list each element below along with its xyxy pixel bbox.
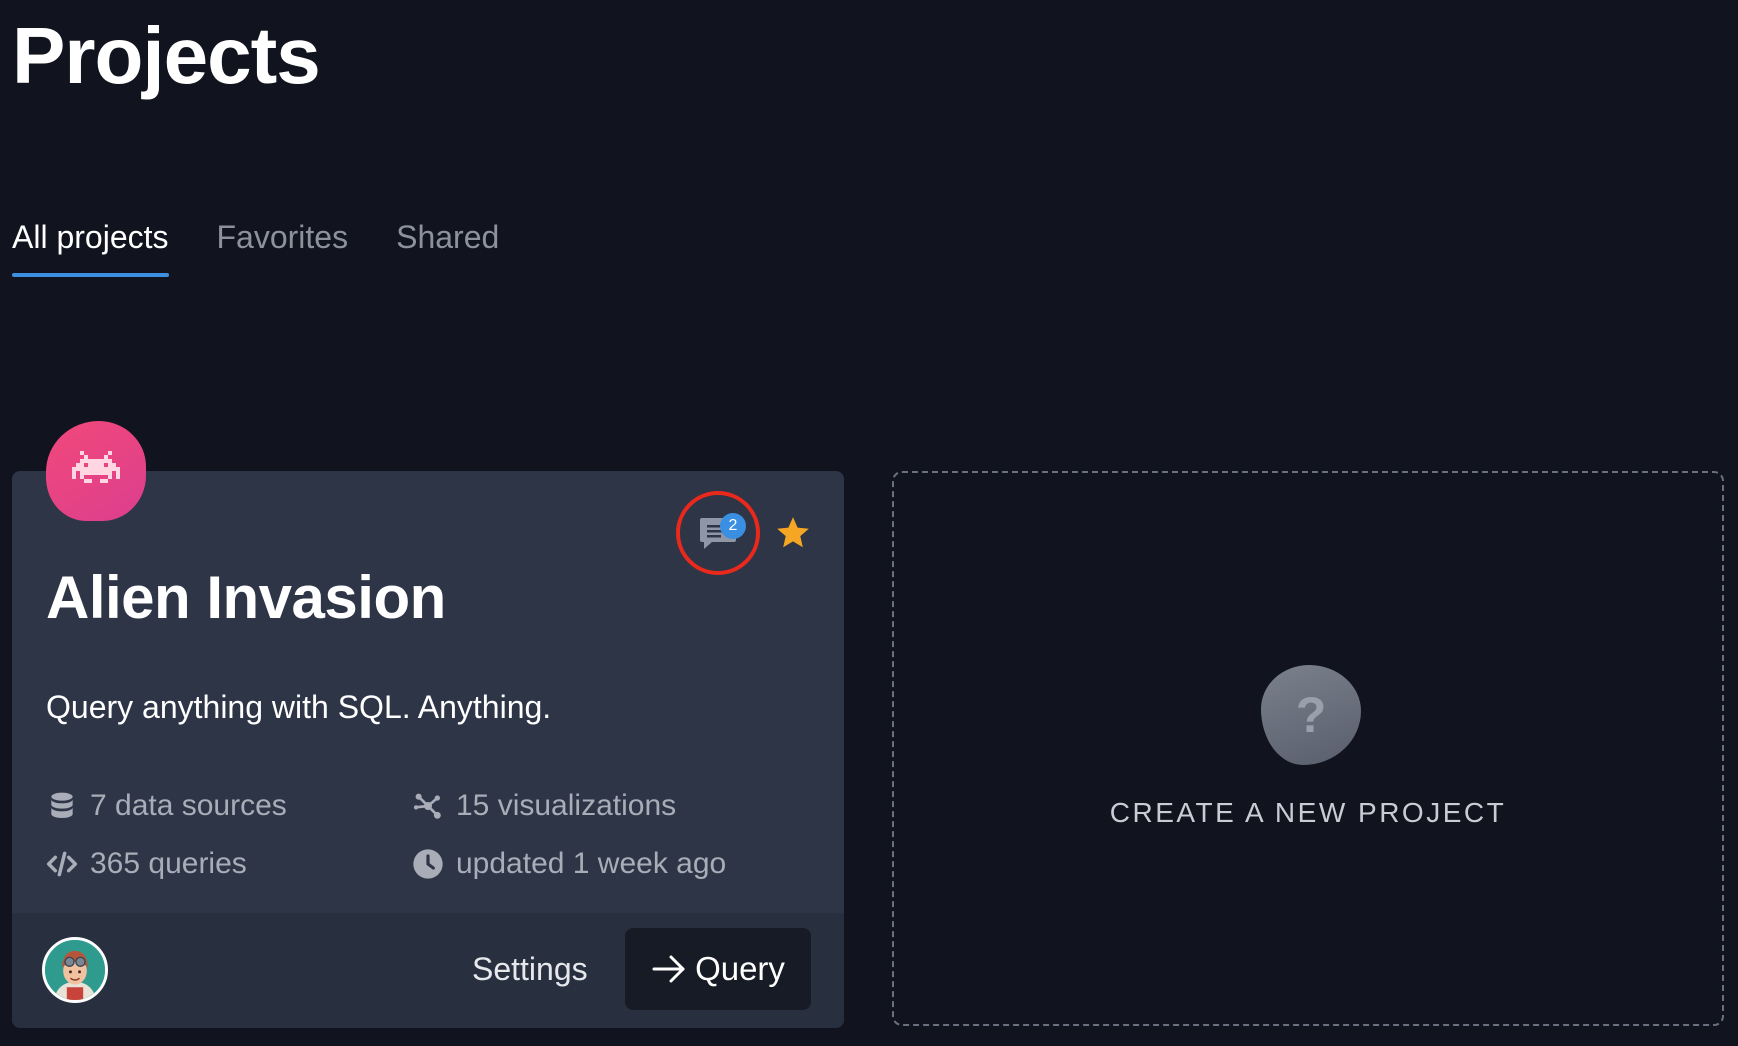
page-title: Projects xyxy=(12,11,321,100)
graph-nodes-icon xyxy=(413,793,441,819)
arrow-right-icon xyxy=(652,955,685,983)
tab-all-projects[interactable]: All projects xyxy=(12,219,169,278)
project-description: Query anything with SQL. Anything. xyxy=(46,689,552,725)
project-card[interactable]: 2 Alien Invasion Query anything with SQL… xyxy=(12,421,844,1028)
query-button[interactable]: Query xyxy=(625,928,811,1010)
stat-visualizations: 15 visualizations xyxy=(412,789,676,823)
tab-favorites[interactable]: Favorites xyxy=(217,219,349,277)
project-logo xyxy=(46,421,146,521)
query-button-label: Query xyxy=(695,950,785,987)
star-icon[interactable] xyxy=(774,514,812,552)
stat-updated: updated 1 week ago xyxy=(412,847,726,881)
code-icon xyxy=(46,851,78,877)
stat-queries: 365 queries xyxy=(46,847,247,881)
question-mark-icon: ? xyxy=(1261,665,1361,765)
comments-button[interactable]: 2 xyxy=(676,491,760,575)
stat-data-sources: 7 data sources xyxy=(46,789,287,823)
stat-visualizations-label: 15 visualizations xyxy=(456,789,677,822)
card-footer: Settings Query xyxy=(12,913,844,1028)
projects-page: Projects All projects Favorites Shared 2… xyxy=(0,0,1738,1046)
stat-queries-label: 365 queries xyxy=(90,847,247,880)
avatar-illustration xyxy=(45,940,105,1000)
create-new-project-label: CREATE A NEW PROJECT xyxy=(1109,797,1507,828)
alien-icon xyxy=(72,451,120,483)
create-new-project-card[interactable]: ? CREATE A NEW PROJECT xyxy=(892,471,1724,1026)
stat-updated-label: updated 1 week ago xyxy=(456,847,727,880)
comment-count-badge: 2 xyxy=(720,513,746,539)
settings-button[interactable]: Settings xyxy=(472,951,588,988)
clock-icon xyxy=(413,849,443,879)
owner-avatar[interactable] xyxy=(42,937,108,1003)
database-icon xyxy=(51,792,73,818)
stat-data-sources-label: 7 data sources xyxy=(90,789,287,822)
project-tabs: All projects Favorites Shared xyxy=(12,219,499,278)
tab-shared[interactable]: Shared xyxy=(396,219,499,277)
card-actions: 2 xyxy=(676,491,812,575)
project-title[interactable]: Alien Invasion xyxy=(46,563,446,632)
